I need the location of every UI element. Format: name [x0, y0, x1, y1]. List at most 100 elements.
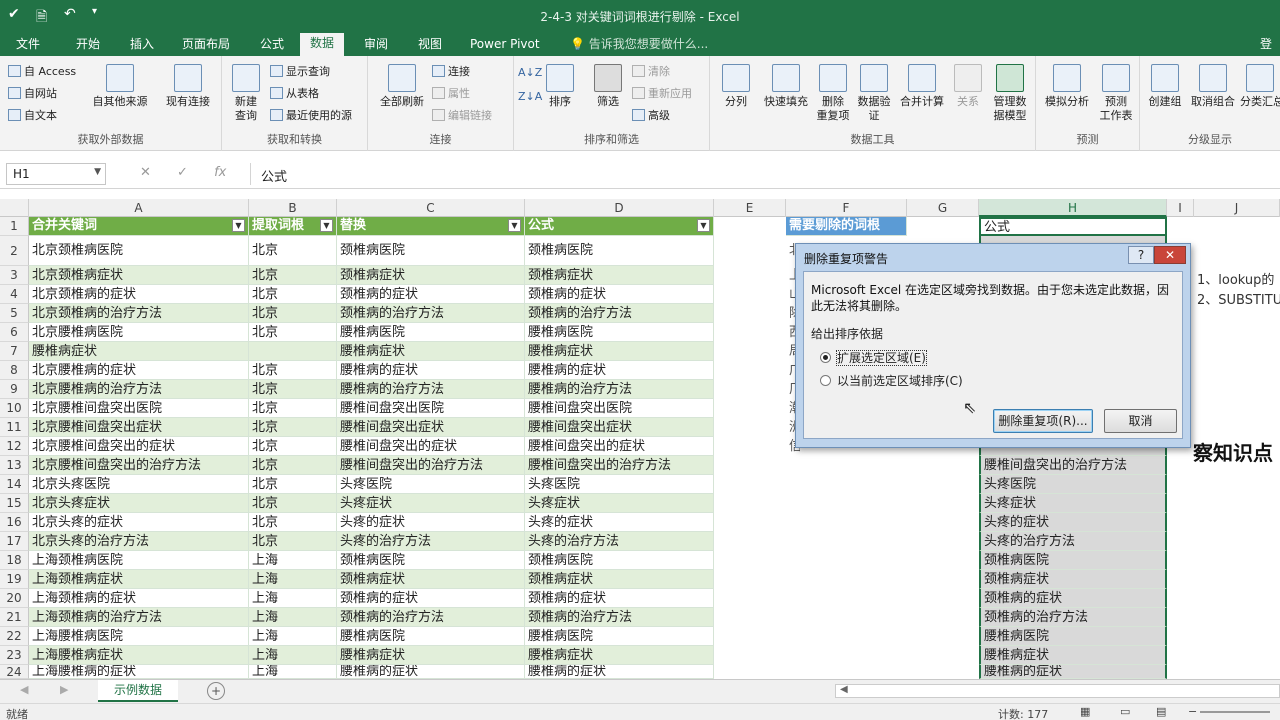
- existing-connections-button[interactable]: 现有连接: [160, 64, 216, 109]
- table-cell[interactable]: 头疼症状: [337, 494, 525, 513]
- properties-button[interactable]: 属性: [432, 86, 470, 101]
- sort-button[interactable]: 排序: [542, 64, 578, 109]
- header-cell-d[interactable]: 公式 ▼: [525, 217, 714, 236]
- row-header[interactable]: 24: [0, 665, 29, 679]
- table-cell[interactable]: 腰椎病医院: [337, 323, 525, 342]
- other-sources-button[interactable]: 自其他来源: [88, 64, 152, 109]
- header-cell-a[interactable]: 合并关键词 ▼: [29, 217, 249, 236]
- row-header[interactable]: 17: [0, 532, 29, 551]
- insert-function-icon[interactable]: fx: [214, 165, 226, 180]
- h-column-cell[interactable]: 头疼的治疗方法: [979, 532, 1167, 551]
- table-cell[interactable]: 北京: [249, 532, 337, 551]
- table-cell[interactable]: 上海: [249, 570, 337, 589]
- table-cell[interactable]: 腰椎病的治疗方法: [525, 380, 714, 399]
- table-cell[interactable]: 北京: [249, 513, 337, 532]
- tell-me-search[interactable]: 💡 告诉我您想要做什么...: [566, 35, 712, 56]
- table-cell[interactable]: 颈椎病的症状: [525, 589, 714, 608]
- table-cell[interactable]: 颈椎病症状: [525, 570, 714, 589]
- table-cell[interactable]: 上海腰椎病的症状: [29, 665, 249, 679]
- page-break-icon[interactable]: ▤: [1156, 705, 1166, 718]
- table-cell[interactable]: 上海颈椎病症状: [29, 570, 249, 589]
- row-header[interactable]: 12: [0, 437, 29, 456]
- h-column-cell[interactable]: 颈椎病医院: [979, 551, 1167, 570]
- table-cell[interactable]: 北京: [249, 475, 337, 494]
- table-cell[interactable]: 上海腰椎病症状: [29, 646, 249, 665]
- table-cell[interactable]: 北京腰椎间盘突出医院: [29, 399, 249, 418]
- table-cell[interactable]: 腰椎间盘突出的症状: [337, 437, 525, 456]
- table-cell[interactable]: 北京腰椎病的治疗方法: [29, 380, 249, 399]
- table-cell[interactable]: 北京头疼的治疗方法: [29, 532, 249, 551]
- table-cell[interactable]: 颈椎病症状: [525, 266, 714, 285]
- tab-review[interactable]: 审阅: [360, 35, 392, 56]
- chevron-down-icon[interactable]: ▼: [94, 167, 101, 177]
- table-cell[interactable]: 上海: [249, 627, 337, 646]
- row-header[interactable]: 11: [0, 418, 29, 437]
- sort-desc-button[interactable]: Z↓A: [518, 90, 542, 104]
- recent-sources-button[interactable]: 最近使用的源: [270, 108, 352, 123]
- table-cell[interactable]: 颈椎病医院: [525, 236, 714, 266]
- table-cell[interactable]: 北京腰椎间盘突出的症状: [29, 437, 249, 456]
- table-cell[interactable]: 颈椎病的症状: [337, 285, 525, 304]
- table-cell[interactable]: 腰椎病症状: [337, 342, 525, 361]
- table-cell[interactable]: 头疼医院: [525, 475, 714, 494]
- row-header[interactable]: 10: [0, 399, 29, 418]
- forecast-sheet-button[interactable]: 预测 工作表: [1096, 64, 1136, 123]
- h-column-cell[interactable]: 腰椎病的症状: [979, 665, 1167, 679]
- data-validation-button[interactable]: 数据验 证: [854, 64, 894, 123]
- remove-duplicates-ok-button[interactable]: 删除重复项(R)...: [993, 409, 1093, 433]
- from-access-button[interactable]: 自 Access: [8, 64, 76, 79]
- table-cell[interactable]: 北京腰椎病的症状: [29, 361, 249, 380]
- table-cell[interactable]: 上海: [249, 646, 337, 665]
- h-column-cell[interactable]: 头疼医院: [979, 475, 1167, 494]
- table-cell[interactable]: 北京腰椎间盘突出的治疗方法: [29, 456, 249, 475]
- header-cell-b[interactable]: 提取词根 ▼: [249, 217, 337, 236]
- table-cell[interactable]: 腰椎病的症状: [337, 665, 525, 679]
- table-cell[interactable]: 头疼的治疗方法: [337, 532, 525, 551]
- table-cell[interactable]: 颈椎病医院: [525, 551, 714, 570]
- signin-button[interactable]: 登录: [1256, 35, 1280, 69]
- row-header[interactable]: 13: [0, 456, 29, 475]
- table-cell[interactable]: 颈椎病的治疗方法: [525, 304, 714, 323]
- table-cell[interactable]: 腰椎间盘突出的治疗方法: [337, 456, 525, 475]
- tab-file[interactable]: 文件: [12, 35, 44, 56]
- h-column-cell[interactable]: 腰椎病医院: [979, 627, 1167, 646]
- table-cell[interactable]: 北京颈椎病医院: [29, 236, 249, 266]
- flash-fill-button[interactable]: 快速填充: [758, 64, 814, 109]
- subtotal-button[interactable]: 分类汇总: [1240, 64, 1280, 109]
- table-cell[interactable]: 腰椎病的症状: [337, 361, 525, 380]
- tab-insert[interactable]: 插入: [126, 35, 158, 56]
- enter-icon[interactable]: ✓: [177, 165, 188, 180]
- table-cell[interactable]: 北京: [249, 494, 337, 513]
- table-cell[interactable]: 颈椎病医院: [337, 236, 525, 266]
- table-cell[interactable]: 北京: [249, 399, 337, 418]
- table-cell[interactable]: 北京头疼的症状: [29, 513, 249, 532]
- row-header[interactable]: 7: [0, 342, 29, 361]
- normal-view-icon[interactable]: ▦: [1080, 705, 1090, 718]
- row-header[interactable]: 23: [0, 646, 29, 665]
- filter-dropdown-icon[interactable]: ▼: [320, 219, 333, 232]
- scroll-left-arrow-icon[interactable]: ◀: [840, 684, 848, 695]
- tab-view[interactable]: 视图: [414, 35, 446, 56]
- scroll-left-icon[interactable]: ◀: [20, 683, 28, 696]
- table-cell[interactable]: 上海颈椎病的症状: [29, 589, 249, 608]
- filter-button[interactable]: 筛选: [590, 64, 626, 109]
- h-column-cell[interactable]: 头疼的症状: [979, 513, 1167, 532]
- column-header-i[interactable]: I: [1167, 199, 1194, 217]
- table-cell[interactable]: 头疼症状: [525, 494, 714, 513]
- table-cell[interactable]: 北京头疼医院: [29, 475, 249, 494]
- row-header[interactable]: 21: [0, 608, 29, 627]
- table-cell[interactable]: 腰椎间盘突出的症状: [525, 437, 714, 456]
- relationships-button[interactable]: 关系: [950, 64, 986, 109]
- table-cell[interactable]: 腰椎病症状: [525, 646, 714, 665]
- h-column-cell[interactable]: 腰椎病症状: [979, 646, 1167, 665]
- row-header[interactable]: 9: [0, 380, 29, 399]
- table-cell[interactable]: 北京头疼症状: [29, 494, 249, 513]
- table-cell[interactable]: 北京腰椎间盘突出症状: [29, 418, 249, 437]
- row-header[interactable]: 1: [0, 217, 29, 236]
- table-cell[interactable]: 腰椎病的症状: [525, 361, 714, 380]
- show-queries-button[interactable]: 显示查询: [270, 64, 330, 79]
- close-icon[interactable]: ✕: [1154, 246, 1186, 264]
- table-cell[interactable]: 北京颈椎病的症状: [29, 285, 249, 304]
- clear-filter-button[interactable]: 清除: [632, 64, 670, 79]
- column-header-f[interactable]: F: [786, 199, 907, 217]
